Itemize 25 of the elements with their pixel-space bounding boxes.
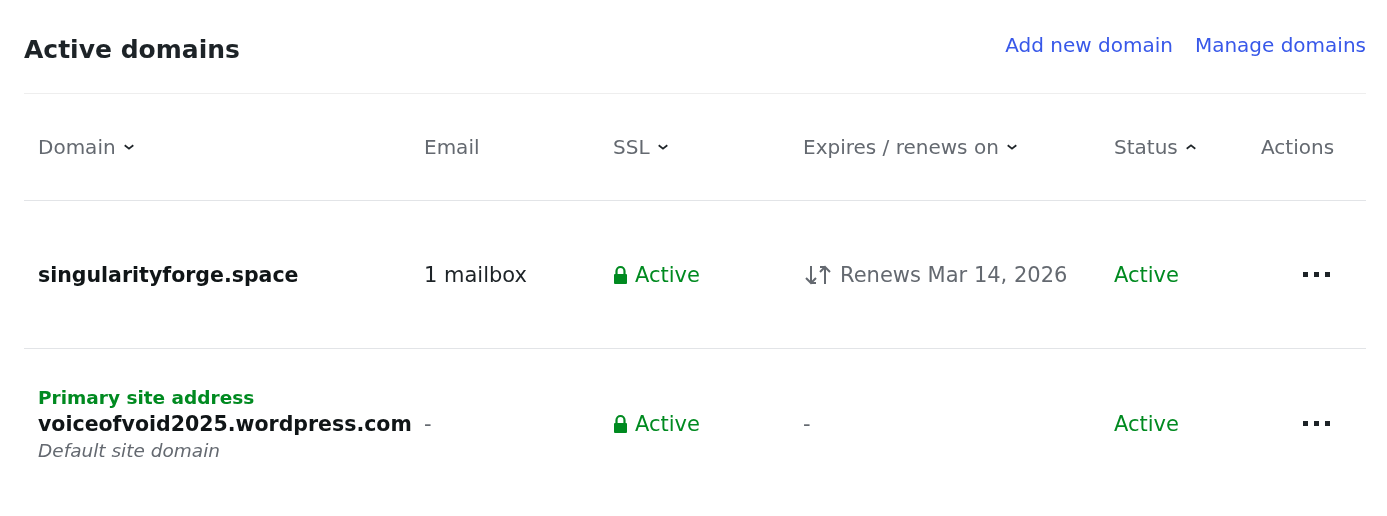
more-actions-icon[interactable] (1302, 421, 1331, 427)
domain-note: Default site domain (38, 440, 221, 461)
email-cell: - (424, 412, 432, 436)
link[interactable]: Manage domains (1194, 33, 1366, 57)
domain-name[interactable]: singularityforge.space (38, 262, 299, 287)
domain-name[interactable]: voiceofvoid2025.wordpress.com (38, 412, 412, 436)
primary-label: Primary site address (38, 387, 255, 408)
link[interactable]: Add new domain (1005, 33, 1173, 57)
ssl-status: Active (635, 262, 700, 287)
page-title: Active domains (24, 35, 240, 64)
column-header[interactable]: Expires / renews on (803, 135, 999, 159)
lock-icon (613, 414, 628, 434)
more-actions-icon[interactable] (1302, 271, 1331, 278)
email-cell: 1 mailbox (424, 262, 527, 287)
column-header: Actions (1261, 135, 1335, 159)
ssl-status: Active (635, 412, 700, 436)
domain-status: Active (1114, 262, 1179, 287)
renewal-date: Renews Mar 14, 2026 (840, 262, 1068, 287)
domain-status: Active (1114, 412, 1179, 436)
lock-icon (613, 264, 628, 285)
renewal-date: - (803, 412, 811, 436)
column-header: Email (424, 135, 480, 159)
column-header[interactable]: SSL (613, 135, 650, 159)
column-header[interactable]: Status (1114, 135, 1178, 159)
column-header[interactable]: Domain (38, 135, 116, 159)
